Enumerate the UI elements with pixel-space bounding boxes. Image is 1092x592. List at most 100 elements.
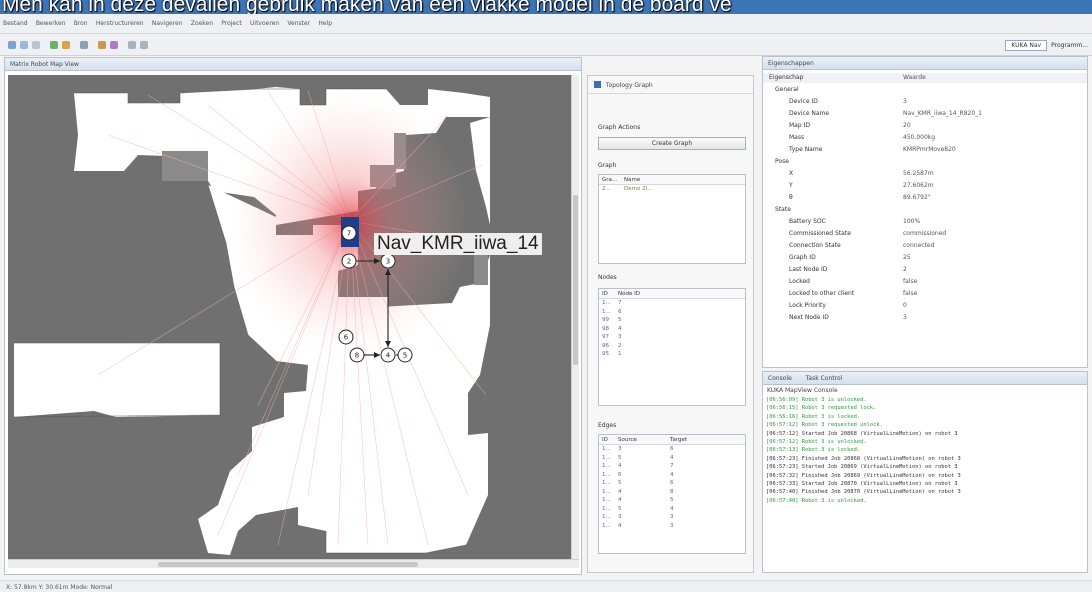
map-canvas[interactable]: 7 2 3 6 8 4 5 [8, 75, 571, 559]
save-icon[interactable] [20, 41, 28, 49]
table-row[interactable]: 1... 4 5 [599, 496, 745, 505]
menu-item-uitvoeren[interactable]: Uitvoeren [247, 14, 282, 27]
table-row[interactable]: 2... Demo 2l... [599, 185, 745, 194]
console-line: [06:57:32] Finished Job 20869 (VirtualLi… [766, 472, 961, 479]
perspective-programming-button[interactable]: Programm... [1051, 42, 1088, 49]
map-vertical-scrollbar[interactable] [571, 75, 579, 559]
search-icon[interactable] [80, 41, 88, 49]
table-row[interactable]: 1... 4 7 [599, 462, 745, 471]
tab-map-view[interactable]: Matrix Robot Map View [5, 58, 581, 71]
table-row[interactable]: 99 5 [599, 316, 745, 325]
property-row[interactable]: X 56.2587m [763, 169, 1087, 179]
menu-item-zoeken[interactable]: Zoeken [188, 14, 216, 27]
menu-item-bron[interactable]: Bron [71, 14, 91, 27]
menu-item-help[interactable]: Help [315, 14, 335, 27]
table-row[interactable]: 1... 3 3 [599, 513, 745, 522]
table-row[interactable]: 1... 4 8 [599, 488, 745, 497]
property-row[interactable]: Graph ID 25 [763, 253, 1087, 263]
console-line: [06:57:12] Robot 3 requested unlock. [766, 422, 883, 429]
property-row[interactable]: Y 27.6062m [763, 181, 1087, 191]
console-line: [06:57:40] Finished Job 20870 (VirtualLi… [766, 489, 961, 496]
table-row[interactable]: 1... 3 6 [599, 445, 745, 454]
edges-col-target[interactable]: Target [667, 435, 690, 444]
tab-task-control[interactable]: Task Control [806, 375, 843, 382]
folder-icon[interactable] [98, 41, 106, 49]
new-file-icon[interactable] [8, 41, 16, 49]
perspective-kuka-button[interactable]: KUKA Nav [1005, 39, 1048, 51]
menu-item-project[interactable]: Project [218, 14, 245, 27]
topology-graph-title: Topology Graph [605, 82, 653, 89]
graph-col-id[interactable]: Gra... [599, 175, 621, 184]
nodes-col-id[interactable]: ID [599, 289, 615, 298]
map-node-label: 3 [386, 258, 390, 266]
run-icon[interactable] [50, 41, 58, 49]
property-row[interactable]: Locked to other client false [763, 289, 1087, 299]
table-row[interactable]: 1... 5 4 [599, 454, 745, 463]
console-line: [06:57:12] Started Job 20868 (VirtualLin… [766, 430, 958, 437]
property-row[interactable]: Connection State connected [763, 241, 1087, 251]
table-row[interactable]: 95 1 [599, 350, 745, 359]
property-row[interactable]: Lock Priority 0 [763, 301, 1087, 311]
properties-section-general[interactable]: General [763, 85, 1087, 95]
tab-console[interactable]: Console [768, 375, 792, 382]
console-line: [06:57:23] Started Job 20869 (VirtualLin… [766, 464, 958, 471]
debug-icon[interactable] [62, 41, 70, 49]
console-title: KUKA MapView Console [767, 387, 838, 394]
property-row[interactable]: Battery SOC 100% [763, 217, 1087, 227]
properties-section-pose[interactable]: Pose [763, 157, 1087, 167]
property-row[interactable]: Device ID 3 [763, 97, 1087, 107]
menu-item-bestand[interactable]: Bestand [0, 14, 31, 27]
property-row[interactable]: Type Name KMRPmrMove820 [763, 145, 1087, 155]
table-row[interactable]: 1... 4 3 [599, 522, 745, 531]
graph-section-label: Graph [598, 162, 617, 169]
settings-icon[interactable] [110, 41, 118, 49]
map-node-label: 5 [403, 352, 407, 360]
property-row[interactable]: Device Name Nav_KMR_iiwa_14_R820_1 [763, 109, 1087, 119]
menu-item-navigeren[interactable]: Navigeren [149, 14, 186, 27]
occupancy-map: 7 2 3 6 8 4 5 [13, 87, 490, 555]
nodes-col-node-id[interactable]: Node ID [615, 289, 643, 298]
graph-icon [594, 81, 601, 88]
property-row[interactable]: Last Node ID 2 [763, 265, 1087, 275]
table-row[interactable]: 1... 6 4 [599, 471, 745, 480]
menu-item-bewerken[interactable]: Bewerken [33, 14, 69, 27]
console-output: [06:56:09] Robot 3 is unlocked. [06:56:15… [763, 396, 1087, 505]
table-row[interactable]: 1... 5 6 [599, 479, 745, 488]
print-icon[interactable] [32, 41, 40, 49]
topology-graph-header: Topology Graph [588, 76, 753, 94]
properties-section-state[interactable]: State [763, 205, 1087, 215]
property-row[interactable]: Locked false [763, 277, 1087, 287]
map-node-label: 4 [386, 352, 391, 360]
graph-col-name[interactable]: Name [621, 175, 643, 184]
property-row[interactable]: θ 89.6792° [763, 193, 1087, 203]
edges-col-source[interactable]: Source [615, 435, 667, 444]
table-row[interactable]: 98 4 [599, 325, 745, 334]
table-row[interactable]: 1... 5 4 [599, 505, 745, 514]
map-node-label: 7 [347, 230, 351, 238]
property-row[interactable]: Next Node ID 3 [763, 313, 1087, 323]
table-row[interactable]: 96 2 [599, 342, 745, 351]
console-line: [06:56:09] Robot 3 is unlocked. [766, 397, 867, 403]
status-text: X: 57.8km Y: 30.61m Mode: Normal [6, 584, 113, 591]
table-row[interactable]: 1... 6 [599, 308, 745, 317]
property-row[interactable]: Commissioned State commissioned [763, 229, 1087, 239]
menu-item-herstructureren[interactable]: Herstructureren [93, 14, 147, 27]
property-row[interactable]: Map ID 20 [763, 121, 1087, 131]
menu-item-venster[interactable]: Venster [284, 14, 313, 27]
console-panel: Console Task Control KUKA MapView Consol… [762, 371, 1088, 573]
tab-properties[interactable]: Eigenschappen [763, 57, 1087, 70]
table-row[interactable]: 97 3 [599, 333, 745, 342]
map-horizontal-scrollbar[interactable] [8, 559, 579, 568]
console-line: [06:57:13] Robot 3 is locked. [766, 447, 861, 454]
forward-icon[interactable] [140, 41, 148, 49]
property-row[interactable]: Mass 450.000kg [763, 133, 1087, 143]
back-icon[interactable] [128, 41, 136, 49]
map-node-label: 2 [347, 258, 351, 266]
video-caption: Men kan in deze devailen gebruik maken v… [0, 0, 1092, 14]
create-graph-button[interactable]: Create Graph [598, 137, 746, 150]
edges-col-id[interactable]: ID [599, 435, 615, 444]
edges-section-label: Edges [598, 422, 617, 429]
nodes-section-label: Nodes [598, 274, 617, 281]
nodes-table: ID Node ID 1... 7 1... 6 99 5 98 4 97 3 96 2 9… [598, 288, 746, 406]
table-row[interactable]: 1... 7 [599, 299, 745, 308]
